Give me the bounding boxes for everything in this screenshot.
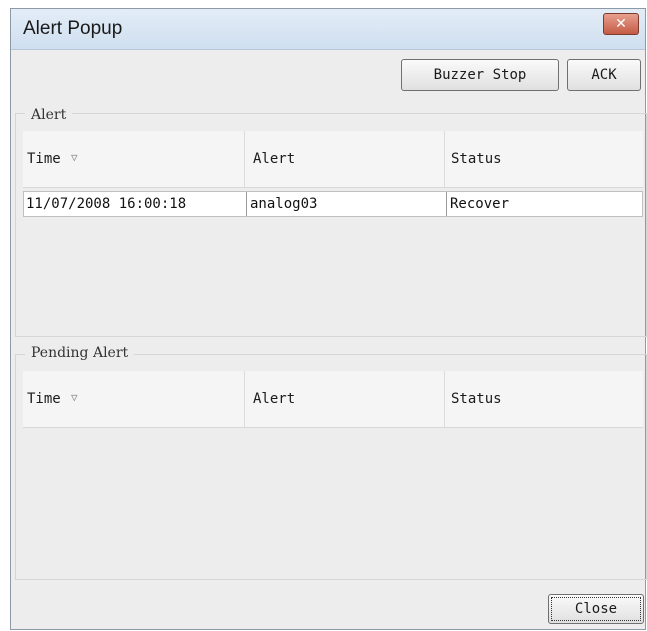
column-divider [446, 192, 447, 216]
sort-descending-icon: ▽ [71, 391, 78, 404]
column-header-status-label: Status [451, 391, 502, 407]
close-button[interactable]: Close [548, 594, 644, 624]
alert-table: Time ▽ Alert Status 11/07/2008 16:00:18 … [23, 131, 643, 335]
column-header-alert[interactable]: Alert [245, 131, 445, 187]
column-header-status-label: Status [451, 151, 502, 167]
window-title: Alert Popup [23, 18, 123, 39]
column-divider [246, 192, 247, 216]
alert-table-row[interactable]: 11/07/2008 16:00:18 analog03 Recover [23, 191, 643, 217]
title-bar[interactable]: Alert Popup ✕ [11, 9, 645, 50]
column-header-time-label: Time [27, 151, 61, 167]
column-header-alert[interactable]: Alert [245, 371, 445, 427]
column-header-time[interactable]: Time ▽ [23, 371, 245, 427]
buzzer-stop-button[interactable]: Buzzer Stop [401, 59, 559, 91]
alert-row-status: Recover [450, 196, 510, 212]
column-header-time[interactable]: Time ▽ [23, 131, 245, 187]
ack-button[interactable]: ACK [567, 59, 641, 91]
alert-row-alert: analog03 [250, 196, 318, 212]
alert-row-time: 11/07/2008 16:00:18 [26, 196, 187, 212]
pending-alert-group-label: Pending Alert [25, 345, 135, 361]
column-header-status[interactable]: Status [445, 371, 643, 427]
alert-table-header: Time ▽ Alert Status [23, 131, 643, 188]
pending-alert-table-header: Time ▽ Alert Status [23, 371, 643, 428]
alert-group-label: Alert [25, 107, 73, 123]
alert-popup-window: Alert Popup ✕ Buzzer Stop ACK Alert Time… [10, 8, 647, 630]
column-header-status[interactable]: Status [445, 131, 643, 187]
column-header-time-label: Time [27, 391, 61, 407]
pending-alert-table: Time ▽ Alert Status [23, 371, 643, 577]
column-header-alert-label: Alert [253, 151, 296, 167]
sort-descending-icon: ▽ [71, 151, 78, 164]
column-header-alert-label: Alert [253, 391, 296, 407]
close-window-icon[interactable]: ✕ [603, 13, 639, 35]
